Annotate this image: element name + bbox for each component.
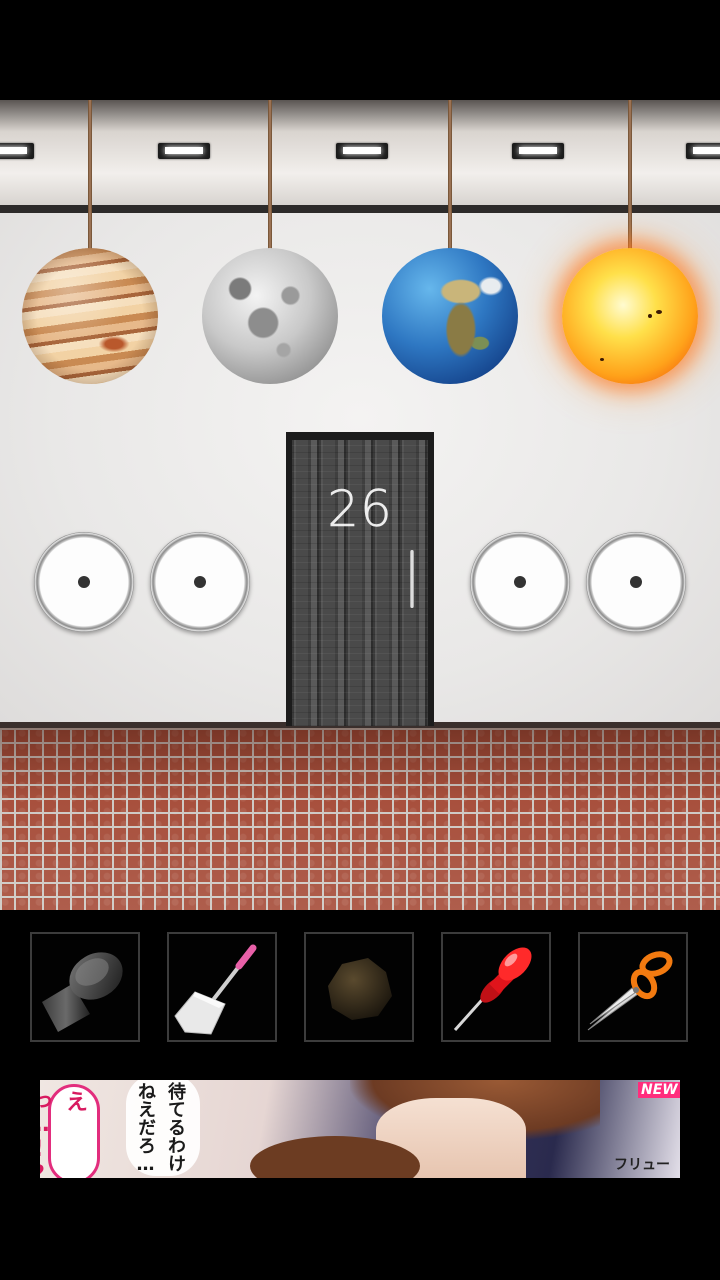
inventory-bar xyxy=(0,910,720,1075)
ad-new-badge: NEW xyxy=(638,1082,680,1098)
dial-center xyxy=(78,576,90,588)
moon-ball[interactable] xyxy=(202,248,338,384)
ceiling-lamp xyxy=(512,143,564,159)
inventory-slot-2[interactable] xyxy=(167,932,277,1042)
wall-dial-1[interactable] xyxy=(34,532,134,632)
earth-ball[interactable] xyxy=(382,248,518,384)
inventory-slot-3[interactable] xyxy=(304,932,414,1042)
sunspot xyxy=(648,314,652,318)
inventory-slot-4[interactable] xyxy=(441,932,551,1042)
wall-dial-3[interactable] xyxy=(470,532,570,632)
rope xyxy=(628,100,632,250)
ad-text-mid: 待てるわけねえだろ… xyxy=(135,1082,186,1175)
rope xyxy=(448,100,452,250)
ad-brand: フリュー xyxy=(614,1157,670,1173)
ceiling-lamp xyxy=(336,143,388,159)
game-scene: 26 xyxy=(0,100,720,910)
inventory-slot-5[interactable] xyxy=(578,932,688,1042)
sun-ball[interactable] xyxy=(562,248,698,384)
wall-dial-4[interactable] xyxy=(586,532,686,632)
dial-center xyxy=(630,576,642,588)
sunspot xyxy=(600,358,604,361)
ad-text-left: えっ…!? xyxy=(40,1090,87,1178)
rock-icon xyxy=(328,958,392,1020)
ad-banner[interactable]: えっ…!? 待てるわけねえだろ… NEW フリュー xyxy=(40,1080,680,1178)
bolt-icon xyxy=(42,952,123,1032)
ceiling-lamp xyxy=(686,143,720,159)
door-number: 26 xyxy=(327,480,393,539)
scissors-icon xyxy=(587,951,673,1031)
floor-shade xyxy=(0,728,720,910)
ceiling-lamp xyxy=(158,143,210,159)
exit-door[interactable]: 26 xyxy=(286,432,434,726)
rope xyxy=(88,100,92,250)
door-handle[interactable] xyxy=(410,550,414,608)
inventory-slot-1[interactable] xyxy=(30,932,140,1042)
wall-dial-2[interactable] xyxy=(150,532,250,632)
dial-center xyxy=(194,576,206,588)
ceiling-trim xyxy=(0,205,720,213)
sunspot xyxy=(656,310,662,314)
rope xyxy=(268,100,272,250)
pushpin-icon xyxy=(453,947,532,1032)
ceiling xyxy=(0,100,720,205)
dustpan-icon xyxy=(174,944,257,1035)
jupiter-ball[interactable] xyxy=(22,248,158,384)
ceiling-lamp xyxy=(0,143,34,159)
dial-center xyxy=(514,576,526,588)
